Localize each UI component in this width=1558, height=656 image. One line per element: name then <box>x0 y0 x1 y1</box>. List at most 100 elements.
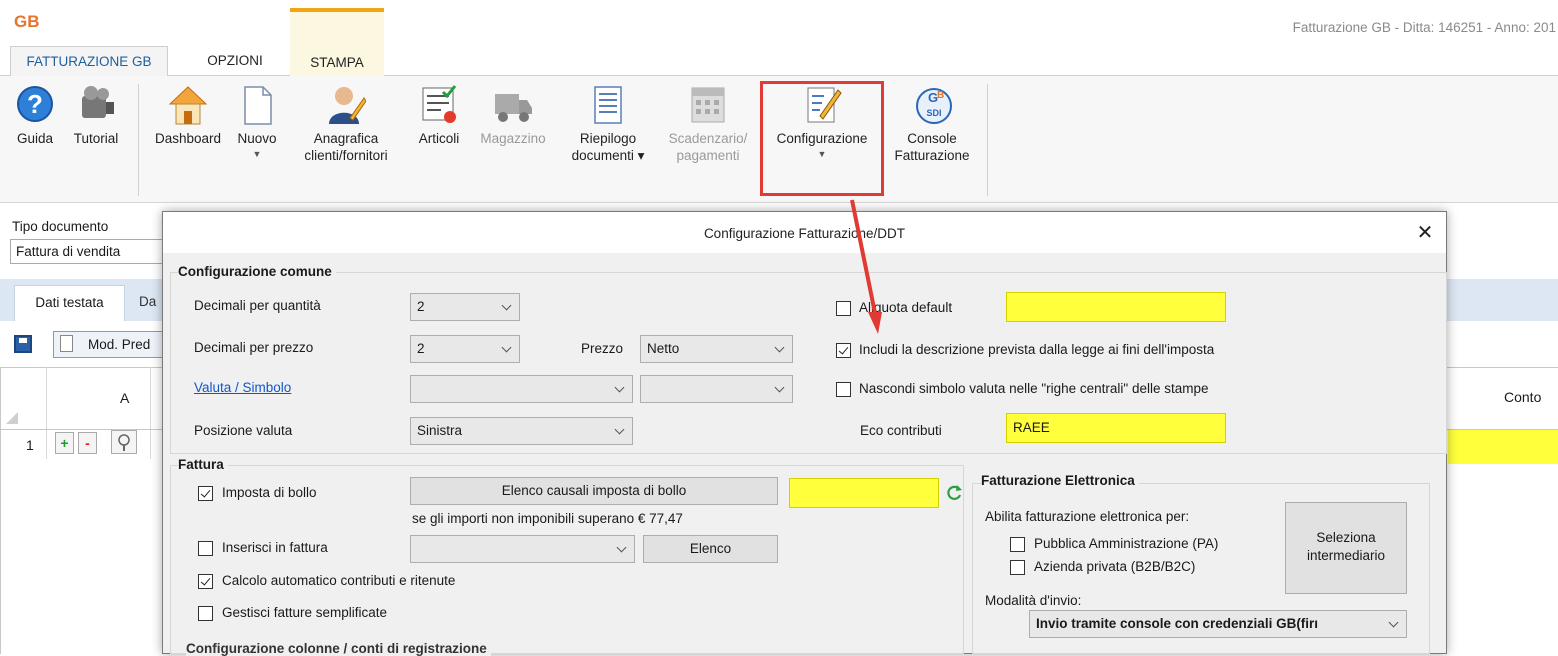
aliquota-default-label: Aliquota default <box>859 300 953 315</box>
inserisci-fattura-label: Inserisci in fattura <box>222 540 328 555</box>
simbolo-select[interactable] <box>640 375 793 403</box>
column-header-a: A <box>120 390 130 406</box>
riepilogo-button[interactable]: Riepilogo documenti ▾ <box>560 84 656 164</box>
search-icon[interactable] <box>111 430 137 454</box>
group-title: Configurazione comune <box>178 264 336 279</box>
b2b-checkbox[interactable] <box>1010 560 1025 575</box>
new-document-icon <box>237 84 277 126</box>
chevron-down-icon <box>774 382 785 393</box>
eco-contributi-field[interactable]: RAEE <box>1006 413 1226 443</box>
tipo-documento-select[interactable]: Fattura di vendita <box>10 239 170 264</box>
calendar-icon <box>688 84 728 126</box>
chevron-down-icon <box>614 424 625 435</box>
pa-label: Pubblica Amministrazione (PA) <box>1034 536 1219 551</box>
add-row-button[interactable]: + <box>55 432 74 454</box>
decimali-prezzo-label: Decimali per prezzo <box>194 340 314 355</box>
articoli-button[interactable]: Articoli <box>410 84 468 147</box>
tab-fatturazione-gb[interactable]: FATTURAZIONE GB <box>10 46 168 76</box>
window-title: Fatturazione GB - Ditta: 146251 - Anno: … <box>1292 20 1556 35</box>
imposta-bollo-label: Imposta di bollo <box>222 485 317 500</box>
fatture-semplificate-label: Gestisci fatture semplificate <box>222 605 388 620</box>
document-list-icon <box>588 84 628 126</box>
chevron-down-icon <box>501 342 512 353</box>
chevron-down-icon <box>616 542 627 553</box>
row-number: 1 <box>26 437 34 453</box>
elenco-button[interactable]: Elenco <box>643 535 778 563</box>
imposta-bollo-checkbox[interactable] <box>198 486 213 501</box>
dashboard-button[interactable]: Dashboard <box>144 84 232 147</box>
save-icon[interactable] <box>14 335 32 353</box>
dialog-title: Configurazione Fatturazione/DDT <box>163 212 1446 253</box>
group-title: Fattura <box>178 457 228 472</box>
pa-checkbox[interactable] <box>1010 537 1025 552</box>
camera-icon <box>76 84 116 126</box>
b2b-label: Azienda privata (B2B/B2C) <box>1034 559 1196 574</box>
prezzo-select[interactable]: Netto <box>640 335 793 363</box>
ribbon-separator <box>987 84 988 196</box>
truck-icon <box>493 84 533 126</box>
aliquota-default-field[interactable] <box>1006 292 1226 322</box>
scadenzario-button[interactable]: Scadenzario/ pagamenti <box>658 84 758 164</box>
grid-divider <box>46 367 47 459</box>
bollo-field[interactable] <box>789 478 939 508</box>
chevron-down-icon <box>774 342 785 353</box>
abilita-label: Abilita fatturazione elettronica per: <box>985 509 1190 524</box>
calcolo-automatico-checkbox[interactable] <box>198 574 213 589</box>
close-icon[interactable]: ✕ <box>1413 220 1437 245</box>
inserisci-fattura-select[interactable] <box>410 535 635 563</box>
app-logo: GB <box>14 12 40 31</box>
calcolo-automatico-label: Calcolo automatico contributi e ritenute <box>222 573 456 588</box>
tab-da[interactable]: Da <box>139 285 156 319</box>
ribbon-separator <box>138 84 139 196</box>
includi-descrizione-label: Includi la descrizione prevista dalla le… <box>859 342 1215 357</box>
svg-text:SDI: SDI <box>926 108 941 118</box>
posizione-valuta-label: Posizione valuta <box>194 423 293 438</box>
tipo-documento-label: Tipo documento <box>12 219 109 234</box>
decimali-quantita-select[interactable]: 2 <box>410 293 520 321</box>
column-header-conto: Conto <box>1504 389 1542 405</box>
tutorial-button[interactable]: Tutorial <box>62 84 130 147</box>
fatture-semplificate-checkbox[interactable] <box>198 606 213 621</box>
tab-stampa[interactable]: STAMPA <box>290 8 384 76</box>
nascondi-simbolo-label: Nascondi simbolo valuta nelle "righe cen… <box>859 381 1209 396</box>
group-configurazione-comune <box>170 272 1447 454</box>
nuovo-button[interactable]: Nuovo ▼ <box>230 84 284 159</box>
valuta-select[interactable] <box>410 375 633 403</box>
console-fatturazione-button[interactable]: G B SDI Console Fatturazione <box>884 84 980 164</box>
decimali-quantita-label: Decimali per quantità <box>194 298 321 313</box>
guida-button[interactable]: ? Guida <box>10 84 60 147</box>
eco-contributi-label: Eco contributi <box>860 423 942 438</box>
decimali-prezzo-select[interactable]: 2 <box>410 335 520 363</box>
chevron-down-icon <box>614 382 625 393</box>
chevron-down-icon <box>1388 617 1399 628</box>
chevron-down-icon <box>501 300 512 311</box>
tab-dati-testata[interactable]: Dati testata <box>14 285 125 321</box>
magazzino-button[interactable]: Magazzino <box>470 84 556 147</box>
refresh-icon[interactable] <box>945 484 963 505</box>
anagrafica-button[interactable]: Anagrafica clienti/fornitori <box>286 84 406 164</box>
includi-descrizione-checkbox[interactable] <box>836 343 851 358</box>
valuta-simbolo-link[interactable]: Valuta / Simbolo <box>194 380 291 395</box>
elenco-causali-button[interactable]: Elenco causali imposta di bollo <box>410 477 778 505</box>
remove-row-button[interactable]: - <box>78 432 97 454</box>
seleziona-intermediario-button[interactable]: Seleziona intermediario <box>1285 502 1407 594</box>
tab-opzioni[interactable]: OPZIONI <box>190 46 280 76</box>
prezzo-label: Prezzo <box>581 341 624 356</box>
help-icon: ? <box>15 84 55 126</box>
chevron-down-icon: ▼ <box>252 149 262 159</box>
modalita-invio-select[interactable]: Invio tramite console con credenziali GB… <box>1029 610 1407 638</box>
bollo-note: se gli importi non imponibili superano €… <box>412 511 683 526</box>
home-icon <box>168 84 208 126</box>
highlight-box <box>760 81 884 196</box>
svg-text:?: ? <box>27 89 43 119</box>
modalita-invio-label: Modalità d'invio: <box>985 593 1082 608</box>
group-title: Fatturazione Elettronica <box>981 473 1139 488</box>
aliquota-default-checkbox[interactable] <box>836 301 851 316</box>
grid-divider <box>150 367 151 459</box>
nascondi-simbolo-checkbox[interactable] <box>836 382 851 397</box>
user-edit-icon <box>326 84 367 126</box>
row-highlight <box>1448 430 1558 464</box>
svg-text:B: B <box>937 90 944 101</box>
inserisci-fattura-checkbox[interactable] <box>198 541 213 556</box>
posizione-valuta-select[interactable]: Sinistra <box>410 417 633 445</box>
